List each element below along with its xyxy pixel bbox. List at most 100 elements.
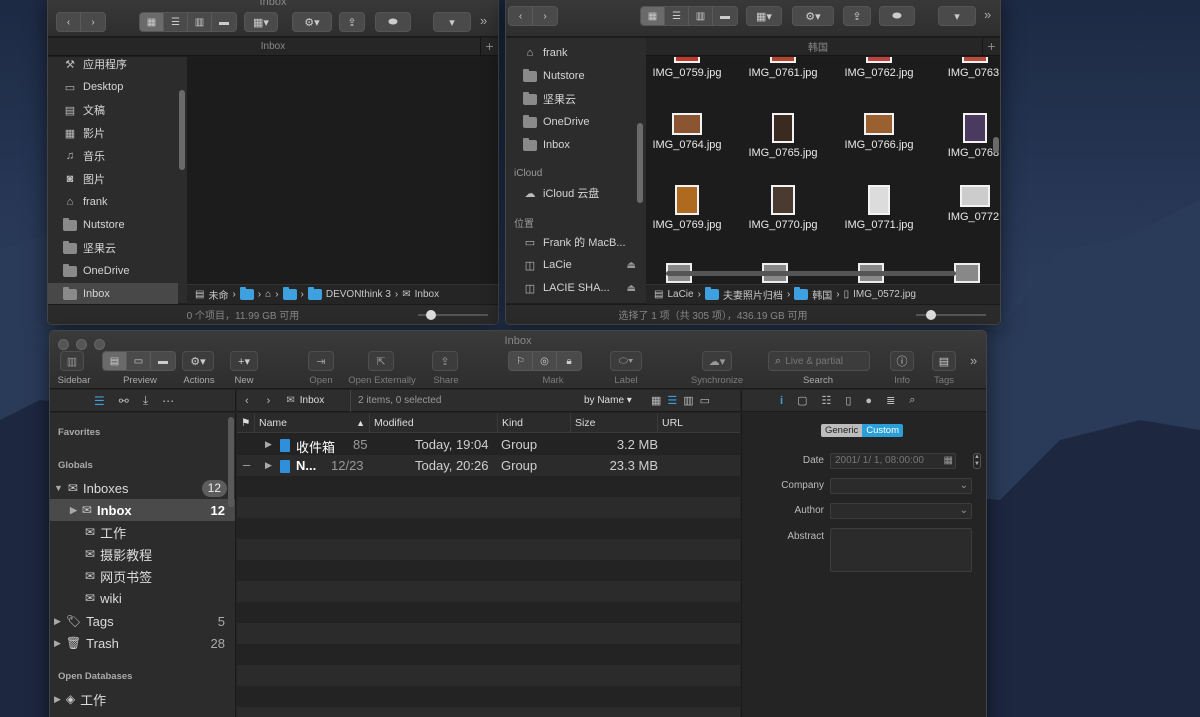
sidebar-item[interactable]: ▤ 文稿 xyxy=(48,99,178,121)
file-item[interactable]: IMG_0763. xyxy=(932,57,1000,79)
open-externally-icon[interactable]: ⇱ xyxy=(368,351,394,371)
sidebar-item-trash[interactable]: ▶ 🗑︎ Trash 28 xyxy=(50,632,235,654)
links-icon[interactable]: ☷ xyxy=(821,394,831,407)
sidebar-item-inbox-group[interactable]: ✉ 工作 xyxy=(50,521,235,543)
view-mode-icons[interactable]: ▦☰▥▭ xyxy=(651,394,716,407)
sidebar-item[interactable]: ⌂ frank xyxy=(48,191,178,213)
path-item[interactable]: 夫妻照片归档 xyxy=(723,287,783,302)
back-icon[interactable]: ‹ xyxy=(245,395,249,407)
sidebar-item-inbox-group[interactable]: ✉ 网页书签 xyxy=(50,565,235,587)
disclosure-closed-icon[interactable]: ▶ xyxy=(54,694,61,705)
sidebar-item[interactable]: Inbox xyxy=(48,283,178,305)
annotation-icon[interactable]: ▢ xyxy=(797,394,807,407)
actions-gear-button[interactable]: ⚙▾ xyxy=(182,351,214,371)
widescreen-icon[interactable]: ▤ xyxy=(103,352,127,370)
open-icon[interactable]: ⇥ xyxy=(308,351,334,371)
file-item[interactable]: IMG_0765.jpg xyxy=(740,113,826,159)
sidebar-item-database[interactable]: ▶ ◈ 工作 xyxy=(50,688,235,710)
forward-icon[interactable]: › xyxy=(267,395,271,407)
new-tab-button[interactable]: + xyxy=(982,37,1000,56)
home-icon[interactable]: ⌂ xyxy=(265,289,271,300)
flag-icon[interactable]: ⚐ xyxy=(509,352,533,370)
icon-size-slider[interactable] xyxy=(418,310,488,320)
folder-icon[interactable] xyxy=(239,287,254,300)
path-item[interactable]: Inbox xyxy=(415,289,439,300)
info-icon[interactable]: ⓘ xyxy=(890,351,914,371)
gallery-view-icon[interactable]: ▬ xyxy=(212,13,236,31)
author-field[interactable]: ⌄ xyxy=(830,503,972,519)
forward-button[interactable]: › xyxy=(81,13,105,31)
tags-bar-icon[interactable]: ▤ xyxy=(932,351,956,371)
sort-dropdown[interactable]: by Name ▾ xyxy=(584,395,632,406)
unread-icon[interactable]: ◎ xyxy=(533,352,557,370)
kind-column-header[interactable]: Kind xyxy=(498,413,571,433)
file-item[interactable]: IMG_0759.jpg xyxy=(646,57,730,79)
generic-tab[interactable]: Generic xyxy=(821,424,863,437)
path-item[interactable]: 韩国 xyxy=(812,287,832,302)
sidebar-item[interactable]: ▭ Desktop xyxy=(48,76,178,98)
sidebar-item-inbox-group[interactable]: ✉ 摄影教程 xyxy=(50,543,235,565)
sidebar-item[interactable]: OneDrive xyxy=(506,111,636,133)
sidebar-scrollbar[interactable] xyxy=(179,90,185,170)
url-column-header[interactable]: URL xyxy=(658,413,740,433)
horizontal-scrollbar[interactable] xyxy=(666,271,956,276)
sidebar-scrollbar[interactable] xyxy=(228,417,234,507)
content-scrollbar[interactable] xyxy=(993,137,999,153)
sidebar-toggle-button[interactable]: ▥ xyxy=(60,351,84,371)
sidebar-item[interactable]: ⚒ 应用程序 xyxy=(48,53,178,75)
file-item[interactable]: IMG_0766.jpg xyxy=(836,113,922,151)
modified-column-header[interactable]: Modified xyxy=(370,413,498,433)
label-button[interactable]: ⬭▾ xyxy=(610,351,642,371)
properties-icon[interactable]: ≣ xyxy=(886,394,895,407)
sidebar-item-inbox[interactable]: ▶ ✉ Inbox 12 xyxy=(50,499,235,521)
navigate-icon[interactable]: ☰ xyxy=(94,394,105,408)
table-row[interactable]: ▶ 收件箱 85 Today, 19:04 Group 3.2 MB xyxy=(237,435,740,456)
icon-view-icon[interactable]: ▦ xyxy=(140,13,164,31)
sidebar-item[interactable]: OneDrive xyxy=(48,260,178,282)
toolbar-overflow-icon[interactable]: » xyxy=(970,353,977,368)
abstract-field[interactable] xyxy=(830,528,972,572)
file-item[interactable]: IMG_0769.jpg xyxy=(646,185,730,231)
sidebar-item[interactable]: 坚果云 xyxy=(48,237,178,259)
sidebar-item-location[interactable]: ◫ LaCie ⏏ xyxy=(506,254,636,276)
eject-icon[interactable]: ⏏ xyxy=(627,260,636,271)
icon-view-icon[interactable]: ▦ xyxy=(641,7,665,25)
toolbar-overflow-icon[interactable]: » xyxy=(984,7,991,22)
list-view-icon[interactable]: ☰ xyxy=(665,7,689,25)
vertical-split-icon[interactable]: ▭ xyxy=(127,352,151,370)
file-item[interactable]: IMG_0764.jpg xyxy=(646,113,730,151)
new-button[interactable]: +▾ xyxy=(230,351,258,371)
sidebar-item-icloud[interactable]: ☁ iCloud 云盘 xyxy=(506,182,636,204)
search-field[interactable]: ⌕ Live & partial xyxy=(768,351,870,371)
label-icon[interactable]: ● xyxy=(865,395,872,407)
sidebar-item[interactable]: ♫ 音乐 xyxy=(48,145,178,167)
gallery-view-icon[interactable]: ▬ xyxy=(713,7,737,25)
group-button[interactable]: ▦▾ xyxy=(746,6,782,26)
info-icon[interactable]: i xyxy=(780,395,783,407)
share-button[interactable]: ⇪ xyxy=(339,12,365,32)
group-button[interactable]: ▦▾ xyxy=(244,12,278,32)
file-item[interactable]: IMG_0770.jpg xyxy=(740,185,826,231)
disclosure-closed-icon[interactable]: ▶ xyxy=(54,638,61,649)
folder-icon[interactable] xyxy=(282,287,297,300)
list-view-icon[interactable]: ☰ xyxy=(164,13,188,31)
toolbar-overflow-icon[interactable]: » xyxy=(480,13,487,28)
sidebar-item[interactable]: Nutstore xyxy=(506,65,636,87)
sidebar-item-tags[interactable]: ▶ 🏷︎ Tags 5 xyxy=(50,610,235,632)
tag-button[interactable]: ⬬ xyxy=(375,12,411,32)
sidebar-item[interactable]: ▦ 影片 xyxy=(48,122,178,144)
import-icon[interactable]: ⤓ xyxy=(143,393,148,408)
sidebar-item-inboxes[interactable]: ▼ ✉ Inboxes 12 xyxy=(50,477,235,499)
more-icon[interactable]: ⋯ xyxy=(162,394,174,408)
disclosure-closed-icon[interactable]: ▶ xyxy=(54,616,61,627)
column-view-icon[interactable]: ▥ xyxy=(188,13,212,31)
path-item[interactable]: 未命 xyxy=(208,287,228,302)
forward-button[interactable]: › xyxy=(533,7,557,25)
company-field[interactable]: ⌄ xyxy=(830,478,972,494)
column-view-icon[interactable]: ▥ xyxy=(689,7,713,25)
name-column-header[interactable]: Name ▲ xyxy=(255,413,370,433)
table-row[interactable]: – ▶ N... 12/23 Today, 20:26 Group 23.3 MB xyxy=(237,456,740,477)
action-gear-button[interactable]: ⚙▾ xyxy=(292,12,332,32)
custom-tab[interactable]: Custom xyxy=(862,424,903,437)
sync-cloud-icon[interactable]: ☁▾ xyxy=(702,351,732,371)
